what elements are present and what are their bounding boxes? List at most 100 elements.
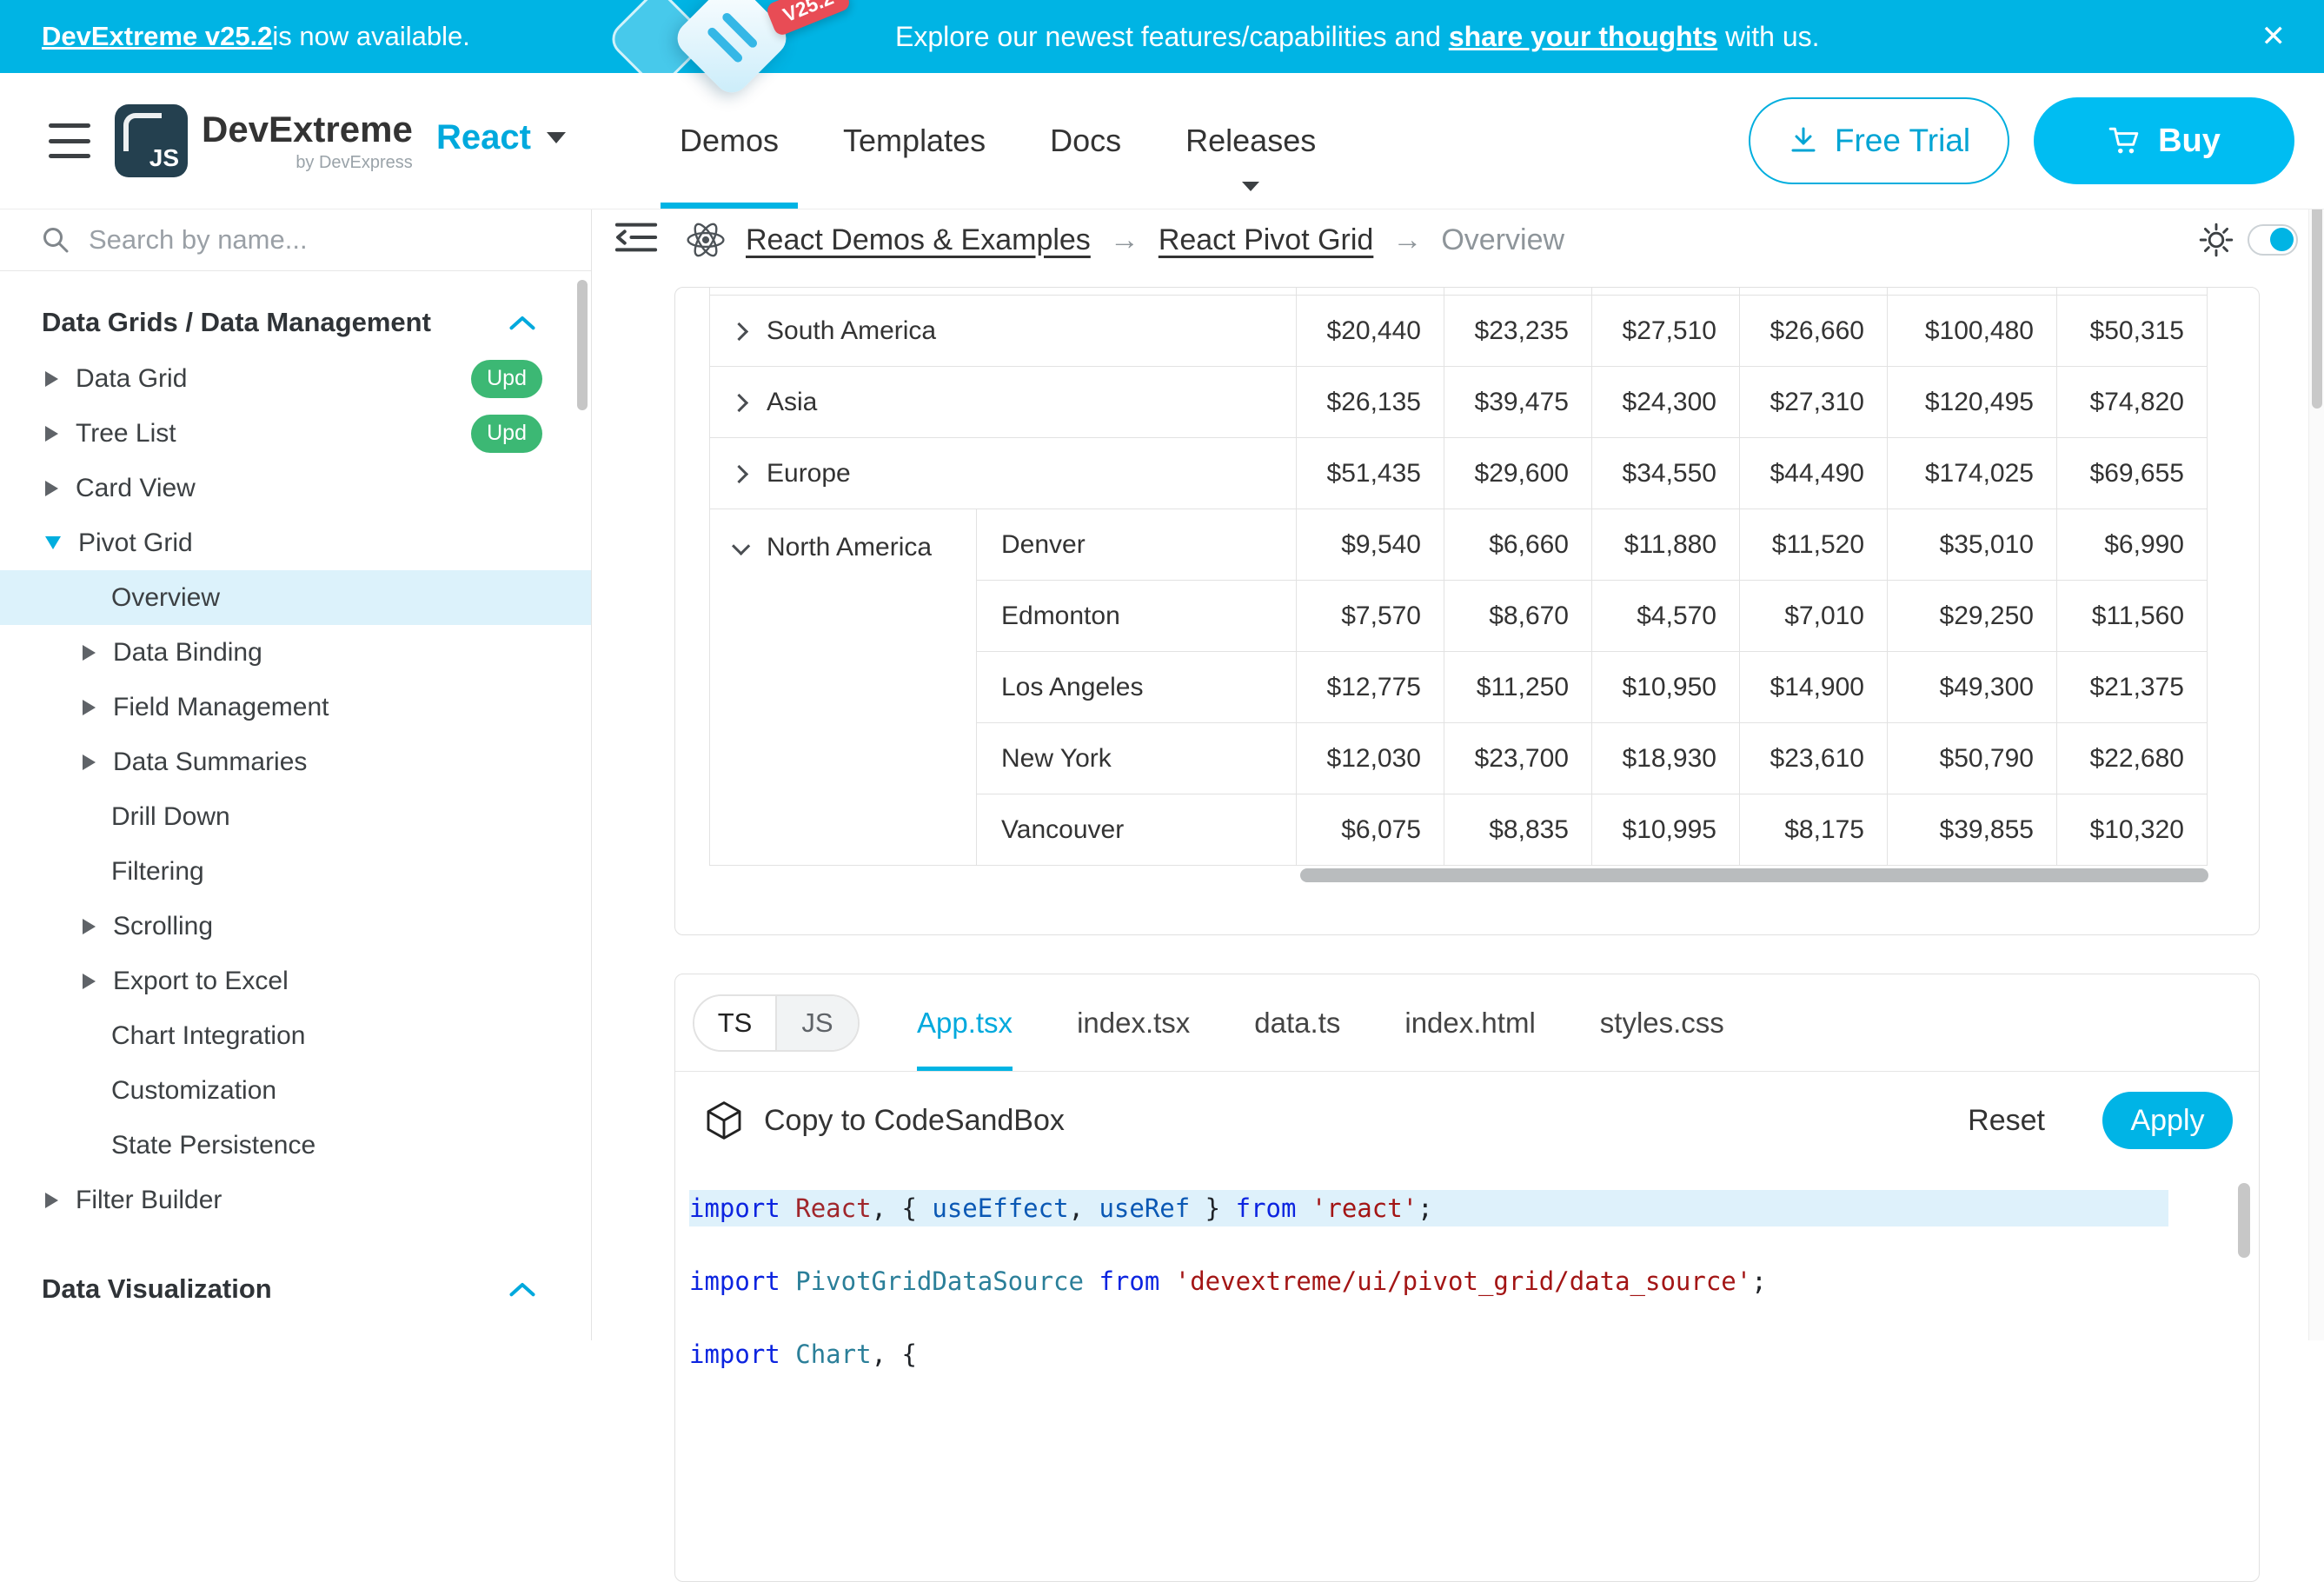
nav-item-releases[interactable]: Releases: [1185, 73, 1316, 209]
pivot-value-cell: $49,300: [1888, 652, 2057, 723]
sidebar-item-field-management[interactable]: Field Management: [0, 680, 591, 734]
nav-item-label: Demos: [680, 123, 779, 159]
chevron-right-icon: [83, 919, 96, 934]
pivot-value-cell: $10,995: [1592, 794, 1740, 866]
nav-item-label: Docs: [1050, 123, 1121, 159]
cart-icon: [2108, 124, 2141, 157]
sidebar-item-export-to-excel[interactable]: Export to Excel: [0, 954, 591, 1008]
download-icon: [1788, 125, 1819, 156]
nav-item-templates[interactable]: Templates: [843, 73, 986, 209]
sidebar-item-label: State Persistence: [111, 1131, 315, 1160]
expand-row-icon[interactable]: [730, 464, 748, 482]
sidebar-item-pivot-grid[interactable]: Pivot Grid: [0, 515, 591, 570]
framework-selector[interactable]: React: [436, 118, 566, 157]
sidebar-item-overview[interactable]: Overview: [0, 570, 591, 625]
pivot-value-cell: $14,900: [1740, 652, 1888, 723]
framework-label: React: [436, 118, 531, 157]
section-data-grids[interactable]: Data Grids / Data Management: [0, 294, 591, 351]
apply-button[interactable]: Apply: [2102, 1092, 2233, 1149]
collapse-row-icon[interactable]: [732, 536, 750, 555]
tab-data-ts[interactable]: data.ts: [1254, 974, 1340, 1071]
tab-index-html[interactable]: index.html: [1404, 974, 1535, 1071]
pivot-value-cell: $11,560: [2057, 581, 2208, 652]
sidebar-item-drill-down[interactable]: Drill Down: [0, 789, 591, 844]
pivot-value-cell: $39,475: [1444, 367, 1592, 438]
tab-app-tsx[interactable]: App.tsx: [917, 974, 1013, 1071]
lang-toggle[interactable]: TSJS: [693, 994, 860, 1052]
nav-item-docs[interactable]: Docs: [1050, 73, 1121, 209]
lang-option-ts[interactable]: TS: [694, 996, 775, 1050]
banner-announcement-suffix: is now available.: [272, 21, 469, 52]
sidebar-item-label: Scrolling: [113, 912, 213, 941]
main-nav: Demos Templates Docs Releases: [680, 73, 1316, 209]
buy-button[interactable]: Buy: [2034, 97, 2294, 184]
pivot-row: South America$20,440$23,235$27,510$26,66…: [710, 296, 2208, 367]
pivot-row: North AmericaDenver$9,540$6,660$11,880$1…: [710, 509, 2208, 581]
code-lines: import React, { useEffect, useRef } from…: [689, 1190, 2259, 1373]
free-trial-label: Free Trial: [1835, 123, 1970, 159]
pivot-value-cell: $29,600: [1444, 438, 1592, 509]
copy-to-codesandbox-link[interactable]: Copy to CodeSandBox: [764, 1104, 1065, 1138]
sidebar-item-data-grid[interactable]: Data GridUpd: [0, 351, 591, 406]
nav-item-demos[interactable]: Demos: [680, 73, 779, 209]
pivot-value-cell: $7,570: [1297, 581, 1444, 652]
light-theme-icon[interactable]: [2199, 223, 2234, 257]
lang-option-js[interactable]: JS: [775, 996, 858, 1050]
breadcrumb-link[interactable]: React Pivot Grid: [1159, 223, 1374, 257]
tab-styles-css[interactable]: styles.css: [1600, 974, 1724, 1071]
horizontal-scrollbar[interactable]: [1300, 868, 2208, 882]
code-panel: TSJS App.tsx index.tsx data.ts index.html st…: [674, 974, 2260, 1582]
pivot-region-cell: South America: [710, 296, 1297, 367]
sidebar-item-filtering[interactable]: Filtering: [0, 844, 591, 899]
devextreme-logo[interactable]: JS: [115, 104, 188, 177]
sidebar-item-tree-list[interactable]: Tree ListUpd: [0, 406, 591, 461]
breadcrumb-current: Overview: [1441, 223, 1564, 257]
free-trial-button[interactable]: Free Trial: [1749, 97, 2009, 184]
pivot-value-cell: $6,990: [2057, 509, 2208, 581]
sidebar-item-chart-integration[interactable]: Chart Integration: [0, 1008, 591, 1063]
pivot-value-cell: $29,250: [1888, 581, 2057, 652]
sidebar-item-data-binding[interactable]: Data Binding: [0, 625, 591, 680]
pivot-cell: [1888, 287, 2057, 296]
section-title: Data Grids / Data Management: [42, 307, 431, 338]
sidebar-item-label: Data Summaries: [113, 748, 307, 777]
codesandbox-icon[interactable]: [703, 1100, 745, 1141]
sidebar-item-filter-builder[interactable]: Filter Builder: [0, 1173, 591, 1227]
sidebar-item-customization[interactable]: Customization: [0, 1063, 591, 1118]
promo-banner: DevExtreme v25.2 is now available. V25.2…: [0, 0, 2324, 73]
sidebar-item-scrolling[interactable]: Scrolling: [0, 899, 591, 954]
sidebar-item-label: Pivot Grid: [78, 528, 193, 558]
tab-index-tsx[interactable]: index.tsx: [1077, 974, 1190, 1071]
sidebar-item-label: Data Grid: [76, 364, 187, 394]
pivot-value-cell: $74,820: [2057, 367, 2208, 438]
theme-toggle-switch[interactable]: [2248, 224, 2298, 256]
banner-message: Explore our newest features/capabilities…: [895, 0, 1820, 73]
buy-label: Buy: [2158, 123, 2221, 160]
pivot-value-cell: $12,030: [1297, 723, 1444, 794]
code-line: [689, 1226, 2259, 1263]
breadcrumb-link[interactable]: React Demos & Examples: [746, 223, 1091, 257]
expand-row-icon[interactable]: [730, 322, 748, 340]
code-vertical-scrollbar[interactable]: [2238, 1183, 2250, 1258]
sidebar-item-label: Field Management: [113, 693, 329, 722]
chevron-right-icon: [83, 754, 96, 770]
chevron-right-icon: [45, 426, 58, 442]
pivot-value-cell: $174,025: [1888, 438, 2057, 509]
collapse-sidebar-icon[interactable]: [614, 219, 662, 261]
search-input[interactable]: [89, 224, 506, 256]
reset-button[interactable]: Reset: [1968, 1104, 2045, 1138]
share-thoughts-link[interactable]: share your thoughts: [1449, 21, 1717, 53]
hamburger-menu-icon[interactable]: [49, 123, 90, 158]
sidebar-item-card-view[interactable]: Card View: [0, 461, 591, 515]
sidebar-item-state-persistence[interactable]: State Persistence: [0, 1118, 591, 1173]
pivot-city-cell: Los Angeles: [977, 652, 1297, 723]
pivot-cut-row: [710, 287, 2208, 296]
banner-close-icon[interactable]: ✕: [2261, 0, 2287, 73]
pivot-value-cell: $23,235: [1444, 296, 1592, 367]
sidebar-item-data-summaries[interactable]: Data Summaries: [0, 734, 591, 789]
section-data-visualization[interactable]: Data Visualization: [0, 1260, 591, 1318]
expand-row-icon[interactable]: [730, 393, 748, 411]
section-title: Data Visualization: [42, 1273, 272, 1305]
code-editor[interactable]: import React, { useEffect, useRef } from…: [675, 1169, 2259, 1373]
banner-version-link[interactable]: DevExtreme v25.2: [42, 21, 272, 52]
